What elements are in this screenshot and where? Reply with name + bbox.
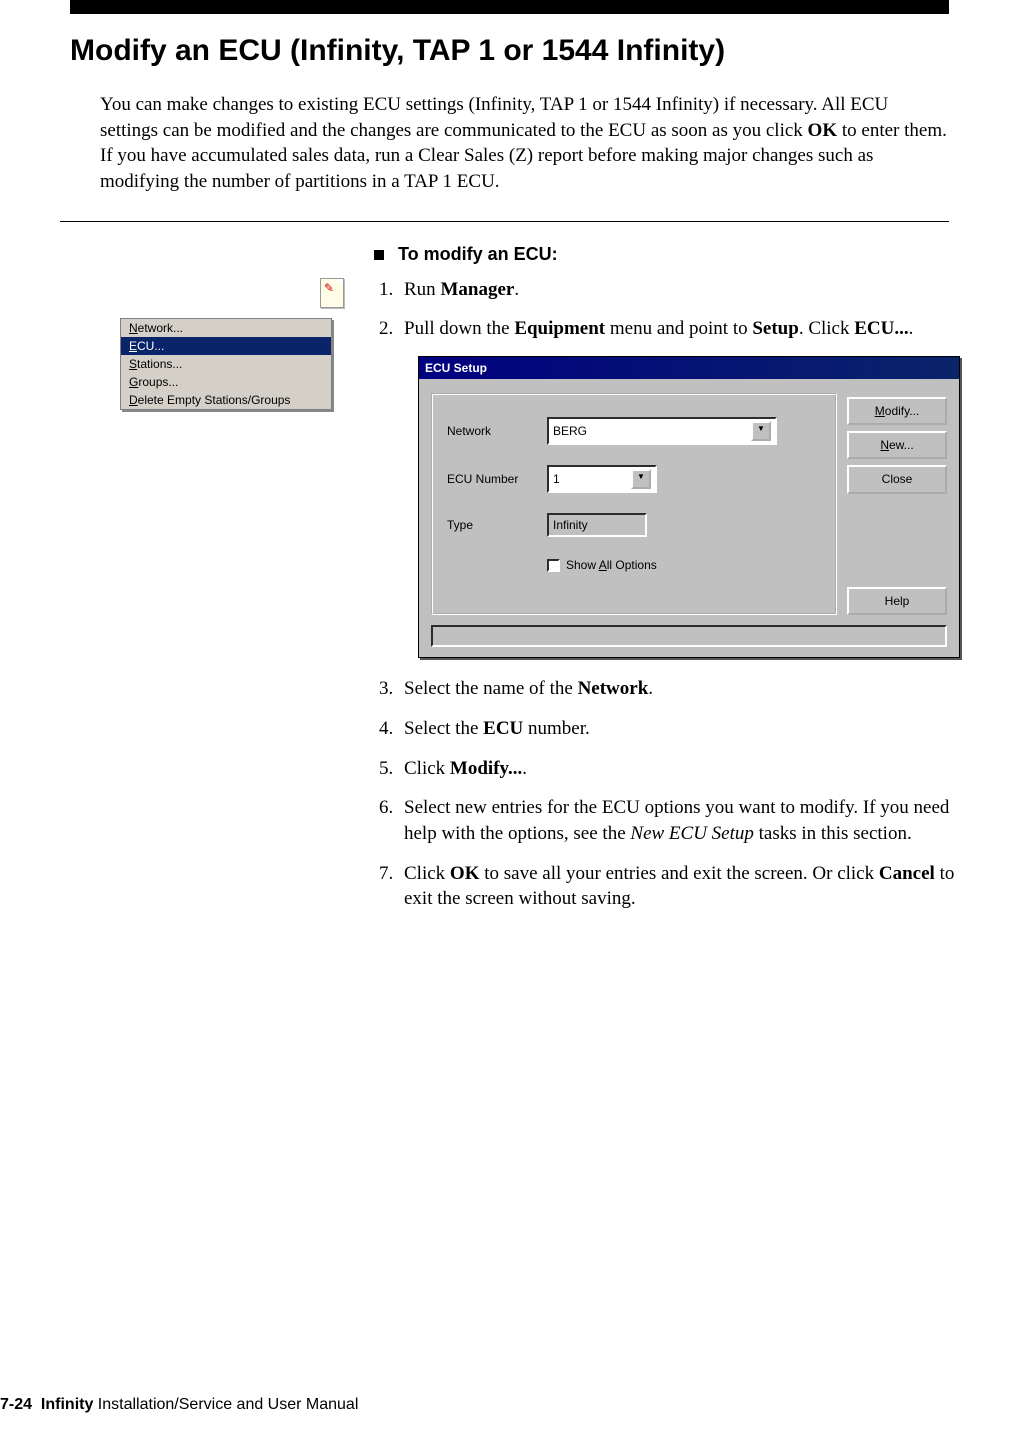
menu-item-delete[interactable]: Delete Empty Stations/Groups bbox=[121, 391, 331, 409]
menu-ecu-rest: CU... bbox=[137, 339, 164, 353]
menu-network-rest: etwork... bbox=[138, 321, 183, 335]
dialog-status-bar bbox=[431, 625, 947, 647]
s1c: . bbox=[514, 279, 519, 300]
note-icon bbox=[320, 278, 344, 308]
ecu-number-label: ECU Number bbox=[447, 471, 547, 487]
right-column: To modify an ECU: Run Manager. Pull down… bbox=[360, 244, 960, 926]
s6b: New ECU Setup bbox=[630, 823, 754, 844]
show-all-checkbox[interactable] bbox=[547, 559, 560, 572]
new-button[interactable]: New... bbox=[847, 431, 947, 459]
s2d: Setup bbox=[752, 318, 798, 339]
step-5: Click Modify.... bbox=[398, 756, 960, 782]
intro-text-ok: OK bbox=[808, 120, 838, 141]
s4c: number. bbox=[523, 718, 590, 739]
s2g: . bbox=[909, 318, 914, 339]
s2a: Pull down the bbox=[404, 318, 514, 339]
type-value: Infinity bbox=[553, 518, 588, 532]
close-button[interactable]: Close bbox=[847, 465, 947, 493]
square-bullet-icon bbox=[374, 250, 384, 260]
menu-delete-rest: elete Empty Stations/Groups bbox=[138, 393, 291, 407]
menu-ecu-u: E bbox=[129, 339, 137, 353]
s5b: Modify... bbox=[450, 758, 522, 779]
s2f: ECU... bbox=[854, 318, 908, 339]
ecu-setup-dialog: ECU Setup Network BERG ▼ bbox=[418, 356, 960, 659]
steps-list: Run Manager. Pull down the Equipment men… bbox=[374, 277, 960, 912]
intro-paragraph: You can make changes to existing ECU set… bbox=[100, 92, 949, 195]
intro-text-a: You can make changes to existing ECU set… bbox=[100, 94, 888, 141]
menu-groups-u: G bbox=[129, 375, 138, 389]
s2e: . Click bbox=[799, 318, 854, 339]
menu-item-network[interactable]: Network... bbox=[121, 319, 331, 337]
page-title: Modify an ECU (Infinity, TAP 1 or 1544 I… bbox=[70, 34, 949, 68]
submenu-screenshot: Network... ECU... Stations... Groups... … bbox=[120, 318, 332, 410]
menu-item-groups[interactable]: Groups... bbox=[121, 373, 331, 391]
s5a: Click bbox=[404, 758, 450, 779]
menu-item-ecu[interactable]: ECU... bbox=[121, 337, 331, 355]
s4b: ECU bbox=[483, 718, 523, 739]
menu-groups-rest: roups... bbox=[138, 375, 178, 389]
menu-network-u: N bbox=[129, 321, 138, 335]
dialog-form-area: Network BERG ▼ ECU Number 1 bbox=[431, 393, 837, 615]
s5c: . bbox=[522, 758, 527, 779]
footer-rest: Installation/Service and User Manual bbox=[93, 1396, 358, 1413]
procedure-heading: To modify an ECU: bbox=[374, 244, 960, 265]
procedure-heading-text: To modify an ECU: bbox=[398, 244, 558, 264]
menu-stations-rest: tations... bbox=[137, 357, 182, 371]
divider bbox=[60, 221, 949, 222]
s2c: menu and point to bbox=[605, 318, 752, 339]
left-column: Network... ECU... Stations... Groups... … bbox=[60, 244, 360, 410]
chevron-down-icon[interactable]: ▼ bbox=[751, 421, 771, 441]
s4a: Select the bbox=[404, 718, 483, 739]
modify-button[interactable]: Modify... bbox=[847, 397, 947, 425]
s3a: Select the name of the bbox=[404, 678, 578, 699]
s3b: Network bbox=[578, 678, 649, 699]
type-field: Infinity bbox=[547, 513, 647, 537]
chevron-down-icon[interactable]: ▼ bbox=[631, 469, 651, 489]
s7c: to save all your entries and exit the sc… bbox=[479, 863, 878, 884]
s3c: . bbox=[648, 678, 653, 699]
step-7: Click OK to save all your entries and ex… bbox=[398, 861, 960, 912]
step-2: Pull down the Equipment menu and point t… bbox=[398, 316, 960, 658]
s7a: Click bbox=[404, 863, 450, 884]
menu-stations-u: S bbox=[129, 357, 137, 371]
network-label: Network bbox=[447, 423, 547, 439]
dialog-titlebar: ECU Setup bbox=[419, 357, 959, 379]
help-button[interactable]: Help bbox=[847, 587, 947, 615]
top-black-bar bbox=[70, 0, 949, 14]
step-3: Select the name of the Network. bbox=[398, 676, 960, 702]
s2b: Equipment bbox=[514, 318, 605, 339]
network-combo[interactable]: BERG ▼ bbox=[547, 417, 777, 445]
s7b: OK bbox=[450, 863, 480, 884]
network-value: BERG bbox=[553, 423, 587, 439]
step-4: Select the ECU number. bbox=[398, 716, 960, 742]
menu-delete-u: D bbox=[129, 393, 138, 407]
show-all-label: Show All Options bbox=[566, 557, 657, 573]
menu-item-stations[interactable]: Stations... bbox=[121, 355, 331, 373]
ecu-number-value: 1 bbox=[553, 471, 560, 487]
s1b: Manager bbox=[440, 279, 514, 300]
footer-page: 7-24 bbox=[0, 1396, 32, 1413]
step-6: Select new entries for the ECU options y… bbox=[398, 795, 960, 846]
page-footer: 7-24 Infinity Installation/Service and U… bbox=[0, 1396, 358, 1414]
s6c: tasks in this section. bbox=[754, 823, 912, 844]
footer-bold: Infinity bbox=[41, 1396, 93, 1413]
s7d: Cancel bbox=[879, 863, 935, 884]
ecu-number-combo[interactable]: 1 ▼ bbox=[547, 465, 657, 493]
step-1: Run Manager. bbox=[398, 277, 960, 303]
s1a: Run bbox=[404, 279, 440, 300]
type-label: Type bbox=[447, 517, 547, 533]
